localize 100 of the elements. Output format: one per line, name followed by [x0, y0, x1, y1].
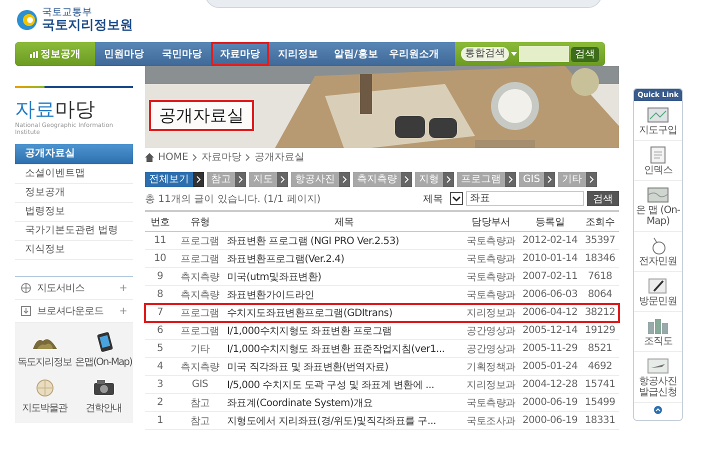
- sidebar-item[interactable]: 법령정보: [15, 203, 133, 222]
- table-cell: 국토조사과: [463, 412, 519, 430]
- table-cell: 4: [145, 358, 175, 376]
- table-cell: 국토측량과: [463, 268, 519, 286]
- chevron-icon: [280, 176, 285, 183]
- sidebar-item[interactable]: 국가기본도관련 법령: [15, 222, 133, 241]
- chevron-icon: [508, 176, 513, 183]
- post-title-link[interactable]: I/1,000수치지형도 좌표변환 프로그램: [225, 322, 463, 340]
- table-cell: 8: [145, 286, 175, 304]
- chart-icon: [30, 50, 38, 58]
- table-cell: 38212: [581, 304, 619, 322]
- chevron-icon: [404, 176, 409, 183]
- search-scope-select[interactable]: 통합검색: [461, 47, 509, 61]
- nav-item[interactable]: 국민마당: [153, 42, 211, 66]
- table-cell: 지리정보과: [463, 304, 519, 322]
- quick-link-item[interactable]: 방문민원: [639, 296, 677, 307]
- category-tab[interactable]: 전체보기: [145, 172, 204, 187]
- map-icon[interactable]: [646, 185, 670, 205]
- chevron-icon: [196, 176, 201, 183]
- table-cell: 국토측량과: [463, 232, 519, 250]
- caret-icon[interactable]: [511, 52, 517, 56]
- scroll-up-icon[interactable]: [654, 406, 662, 414]
- shortcut-label[interactable]: 독도지리정보: [18, 355, 72, 369]
- nav-item[interactable]: 우리원소개: [385, 42, 443, 66]
- service-link[interactable]: 지도서비스: [37, 281, 84, 295]
- sidebar-item[interactable]: 공개자료실: [15, 144, 133, 165]
- table-cell: 기획정책과: [463, 358, 519, 376]
- column-header: 담당부서: [463, 211, 519, 232]
- table-cell: 2005-11-29: [519, 340, 581, 358]
- table-cell: 2005-01-24: [519, 358, 581, 376]
- table-cell: 공간영상과: [463, 340, 519, 358]
- quick-link-item[interactable]: 인덱스: [644, 165, 672, 176]
- post-title-link[interactable]: 좌표변환 프로그램 (NGI PRO Ver.2.53): [225, 232, 463, 250]
- table-cell: 4692: [581, 358, 619, 376]
- table-cell: 참고: [175, 412, 225, 430]
- map-icon[interactable]: [646, 105, 670, 125]
- quick-link-item[interactable]: 지도구입: [639, 125, 677, 136]
- table-cell: 10: [145, 250, 175, 268]
- expand-toggle[interactable]: +: [119, 282, 127, 294]
- post-title-link[interactable]: 미국(utm및좌표변환): [225, 268, 463, 286]
- table-cell: 2012-02-14: [519, 232, 581, 250]
- table-cell: 18346: [581, 250, 619, 268]
- quick-link-item[interactable]: 항공사진 발급신청: [634, 376, 682, 398]
- sidebar-item[interactable]: 소셜이벤트맵: [15, 165, 133, 184]
- column-header: 제목: [225, 211, 463, 232]
- post-title-link[interactable]: 지형도에서 지리좌표(경/위도)및직각좌표를 구...: [225, 412, 463, 430]
- post-title-link[interactable]: 수치지도좌표변환프로그램(GDItrans): [225, 304, 463, 322]
- post-title-link[interactable]: 좌표변환가이드라인: [225, 286, 463, 304]
- shortcut-label[interactable]: 지도박물관: [22, 401, 67, 415]
- breadcrumb-item[interactable]: 자료마당: [201, 150, 242, 164]
- quick-link-item[interactable]: 전자민원: [639, 256, 677, 267]
- search-button[interactable]: 검색: [571, 46, 599, 62]
- ministry-name: 국토교통부: [42, 8, 93, 18]
- nav-item[interactable]: 자료마당: [211, 42, 269, 66]
- search-button[interactable]: 검색: [587, 191, 619, 206]
- post-title-link[interactable]: I/5,000 수치지도 도곽 구성 및 좌표계 변환에 ...: [225, 376, 463, 394]
- quick-link-item[interactable]: 조직도: [644, 336, 672, 347]
- table-cell: 15741: [581, 376, 619, 394]
- table-cell: 7: [145, 304, 175, 322]
- search-field[interactable]: [519, 46, 569, 62]
- post-title-link[interactable]: 좌표변환프로그램(Ver.2.4): [225, 250, 463, 268]
- table-cell: 5: [145, 340, 175, 358]
- table-cell: 지리정보과: [463, 376, 519, 394]
- post-title-link[interactable]: 좌표계(Coordinate System)개요: [225, 394, 463, 412]
- table-cell: 프로그램: [175, 322, 225, 340]
- table-cell: 2000-06-19: [519, 394, 581, 412]
- nav-item[interactable]: 지리정보: [269, 42, 327, 66]
- expand-toggle[interactable]: +: [119, 306, 127, 316]
- section-title: 자료마당: [15, 98, 96, 120]
- chevron-icon: [245, 154, 250, 160]
- breadcrumb-item[interactable]: 공개자료실: [254, 150, 304, 164]
- nav-item[interactable]: 민원마당: [95, 42, 153, 66]
- dropdown-icon[interactable]: [450, 192, 463, 205]
- plane-icon[interactable]: [646, 356, 670, 376]
- chevron-icon: [547, 176, 552, 183]
- breadcrumb-item[interactable]: HOME: [158, 152, 188, 162]
- table-cell: 프로그램: [175, 232, 225, 250]
- post-title-link[interactable]: 미국 직각좌표 및 좌표변환(번역자료): [225, 358, 463, 376]
- chevron-icon: [342, 176, 347, 183]
- table-cell: 19129: [581, 322, 619, 340]
- quick-link-item[interactable]: 온 맵 (On-Map): [634, 205, 682, 227]
- post-title-link[interactable]: I/1,000수치지형도 좌표변환 표준작업지침(ver1...: [225, 340, 463, 358]
- download-icon: [21, 306, 31, 316]
- table-cell: 3: [145, 376, 175, 394]
- table-cell: 9: [145, 268, 175, 286]
- service-link[interactable]: 브로셔다운로드: [37, 304, 104, 318]
- building-icon[interactable]: [646, 316, 670, 336]
- shortcut-label[interactable]: 온맵(On-Map): [75, 355, 132, 369]
- search-field-select[interactable]: 제목: [419, 192, 447, 206]
- column-header: 등록일: [519, 211, 581, 232]
- chevron-icon: [192, 154, 198, 160]
- agency-name[interactable]: 국토지리정보원: [42, 18, 133, 32]
- sidebar-item[interactable]: 정보공개: [15, 184, 133, 203]
- sidebar-item[interactable]: 지식정보: [15, 241, 133, 260]
- nav-item[interactable]: 알림/홍보: [327, 42, 385, 66]
- shortcut-label[interactable]: 견학안내: [86, 401, 122, 415]
- table-cell: 35397: [581, 232, 619, 250]
- page-title: 공개자료실: [149, 100, 254, 131]
- globe-icon: [21, 283, 31, 293]
- keyword-field[interactable]: 좌표: [466, 191, 584, 206]
